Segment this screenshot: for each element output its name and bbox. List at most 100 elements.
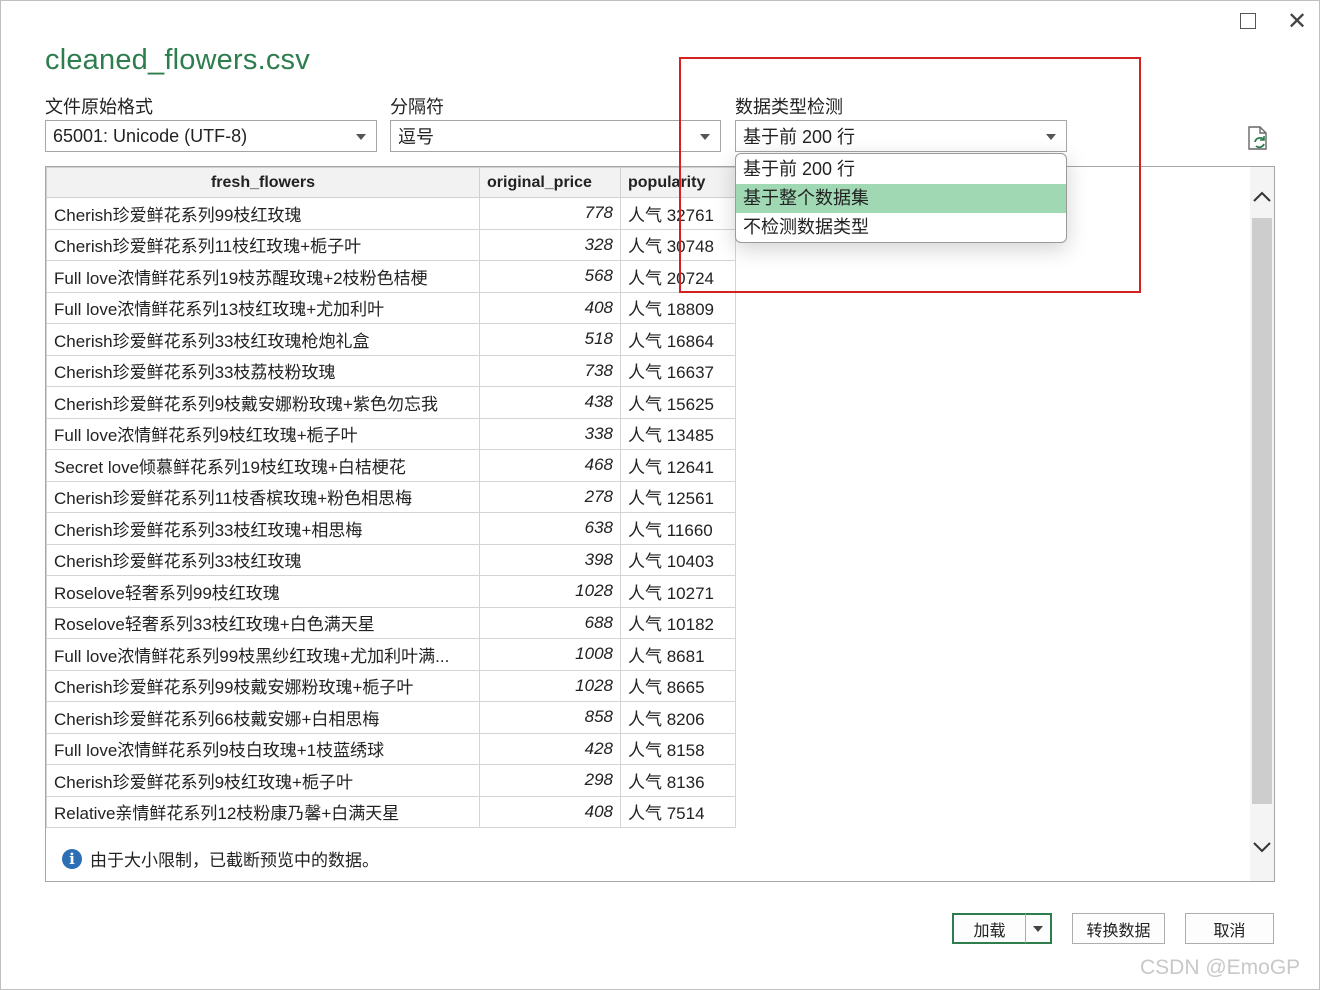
chevron-down-icon [1033,925,1043,932]
table-cell: 人气 8665 [620,669,736,702]
table-cell: Full love浓情鲜花系列9枝红玫瑰+栀子叶 [46,417,480,450]
table-cell: 398 [479,543,621,576]
table-cell: 408 [479,795,621,828]
table-row: Full love浓情鲜花系列99枝黑纱红玫瑰+尤加利叶满... 1008 人气 8… [46,638,736,671]
table-cell: 298 [479,764,621,797]
load-button[interactable]: 加载 [952,913,1026,944]
info-icon: i [62,848,82,869]
table-cell: 688 [479,606,621,639]
table-header-row: fresh_flowers original_price popularity [46,167,736,198]
watermark: CSDN @EmoGP [1140,956,1301,979]
table-cell: Cherish珍爱鲜花系列9枝戴安娜粉玫瑰+紫色勿忘我 [46,386,480,419]
table-cell: Cherish珍爱鲜花系列11枝红玫瑰+栀子叶 [46,228,480,261]
table-cell: Full love浓情鲜花系列13枝红玫瑰+尤加利叶 [46,291,480,324]
delimiter-label: 分隔符 [390,97,444,117]
table-row: Cherish珍爱鲜花系列66枝戴安娜+白相思梅 858 人气 8206 [46,701,736,734]
table-cell: 人气 10271 [620,575,736,608]
data-preview-table: fresh_flowers original_price popularity … [46,167,736,828]
table-row: Roselove轻奢系列99枝红玫瑰 1028 人气 10271 [46,575,736,608]
close-icon: ✕ [1286,7,1308,35]
table-cell: 人气 7514 [620,795,736,828]
table-cell: 人气 30748 [620,228,736,261]
table-cell: 278 [479,480,621,513]
table-row: Cherish珍爱鲜花系列99枝红玫瑰 778 人气 32761 [46,197,736,230]
close-button[interactable]: ✕ [1282,6,1312,36]
type-detection-label: 数据类型检测 [735,97,843,117]
type-detection-value: 基于前 200 行 [743,127,856,147]
table-cell: 人气 10182 [620,606,736,639]
table-cell: 438 [479,386,621,419]
table-row: Cherish珍爱鲜花系列9枝戴安娜粉玫瑰+紫色勿忘我 438 人气 15625 [46,386,736,419]
table-cell: 人气 16864 [620,323,736,356]
table-row: Full love浓情鲜花系列9枝红玫瑰+栀子叶 338 人气 13485 [46,417,736,450]
table-cell: 人气 12641 [620,449,736,482]
table-cell: Roselove轻奢系列33枝红玫瑰+白色满天星 [46,606,480,639]
table-cell: Cherish珍爱鲜花系列33枝荔枝粉玫瑰 [46,354,480,387]
notice-text: 由于大小限制，已截断预览中的数据。 [90,851,379,870]
table-cell: 738 [479,354,621,387]
table-cell: 328 [479,228,621,261]
table-cell: Secret love倾慕鲜花系列19枝红玫瑰+白桔梗花 [46,449,480,482]
column-header: popularity [620,167,736,198]
scrollbar-thumb[interactable] [1252,218,1272,804]
table-cell: Full love浓情鲜花系列19枝苏醒玫瑰+2枝粉色桔梗 [46,260,480,293]
table-row: Secret love倾慕鲜花系列19枝红玫瑰+白桔梗花 468 人气 12641 [46,449,736,482]
table-cell: 468 [479,449,621,482]
table-cell: 人气 18809 [620,291,736,324]
table-cell: 778 [479,197,621,230]
file-origin-select[interactable]: 65001: Unicode (UTF-8) [45,120,377,152]
table-row: Cherish珍爱鲜花系列33枝荔枝粉玫瑰 738 人气 16637 [46,354,736,387]
chevron-down-icon [1046,134,1056,140]
table-cell: 518 [479,323,621,356]
transform-data-button[interactable]: 转换数据 [1072,913,1165,944]
table-cell: 1008 [479,638,621,671]
table-cell: 人气 8681 [620,638,736,671]
table-cell: Roselove轻奢系列99枝红玫瑰 [46,575,480,608]
table-cell: 1028 [479,575,621,608]
cancel-button[interactable]: 取消 [1185,913,1274,944]
scroll-down-icon[interactable] [1251,836,1273,858]
table-row: Full love浓情鲜花系列13枝红玫瑰+尤加利叶 408 人气 18809 [46,291,736,324]
type-detection-dropdown: 基于前 200 行 基于整个数据集 不检测数据类型 [735,153,1067,243]
scroll-up-icon[interactable] [1251,186,1273,208]
table-cell: 人气 15625 [620,386,736,419]
file-origin-value: 65001: Unicode (UTF-8) [53,125,248,146]
chevron-down-icon [356,134,366,140]
table-cell: Cherish珍爱鲜花系列11枝香槟玫瑰+粉色相思梅 [46,480,480,513]
table-cell: 638 [479,512,621,545]
maximize-icon [1240,13,1256,29]
table-cell: 人气 16637 [620,354,736,387]
column-header: fresh_flowers [46,167,480,198]
table-row: Relative亲情鲜花系列12枝粉康乃馨+白满天星 408 人气 7514 [46,795,736,828]
table-cell: Cherish珍爱鲜花系列33枝红玫瑰 [46,543,480,576]
table-row: Roselove轻奢系列33枝红玫瑰+白色满天星 688 人气 10182 [46,606,736,639]
table-cell: 人气 10403 [620,543,736,576]
table-row: Cherish珍爱鲜花系列33枝红玫瑰+相思梅 638 人气 11660 [46,512,736,545]
table-cell: Relative亲情鲜花系列12枝粉康乃馨+白满天星 [46,795,480,828]
table-cell: 人气 12561 [620,480,736,513]
file-origin-label: 文件原始格式 [45,97,153,117]
table-cell: Cherish珍爱鲜花系列66枝戴安娜+白相思梅 [46,701,480,734]
refresh-preview-icon[interactable] [1246,125,1270,151]
column-header: original_price [479,167,621,198]
table-row: Cherish珍爱鲜花系列99枝戴安娜粉玫瑰+栀子叶 1028 人气 8665 [46,669,736,702]
load-options-button[interactable] [1025,913,1052,944]
table-cell: 408 [479,291,621,324]
table-cell: 338 [479,417,621,450]
type-detection-select[interactable]: 基于前 200 行 [735,120,1067,152]
truncation-notice: i 由于大小限制，已截断预览中的数据。 [62,846,379,871]
dropdown-option[interactable]: 基于前 200 行 [736,155,1066,184]
table-cell: Cherish珍爱鲜花系列33枝红玫瑰+相思梅 [46,512,480,545]
table-cell: 人气 20724 [620,260,736,293]
table-row: Full love浓情鲜花系列19枝苏醒玫瑰+2枝粉色桔梗 568 人气 20724 [46,260,736,293]
dropdown-option[interactable]: 基于整个数据集 [736,184,1066,213]
table-row: Cherish珍爱鲜花系列11枝香槟玫瑰+粉色相思梅 278 人气 12561 [46,480,736,513]
table-row: Cherish珍爱鲜花系列33枝红玫瑰 398 人气 10403 [46,543,736,576]
table-cell: Full love浓情鲜花系列9枝白玫瑰+1枝蓝绣球 [46,732,480,765]
table-row: Cherish珍爱鲜花系列11枝红玫瑰+栀子叶 328 人气 30748 [46,228,736,261]
dropdown-option[interactable]: 不检测数据类型 [736,213,1066,242]
table-cell: 人气 13485 [620,417,736,450]
table-cell: Cherish珍爱鲜花系列99枝红玫瑰 [46,197,480,230]
maximize-button[interactable] [1233,6,1263,36]
delimiter-select[interactable]: 逗号 [390,120,721,152]
